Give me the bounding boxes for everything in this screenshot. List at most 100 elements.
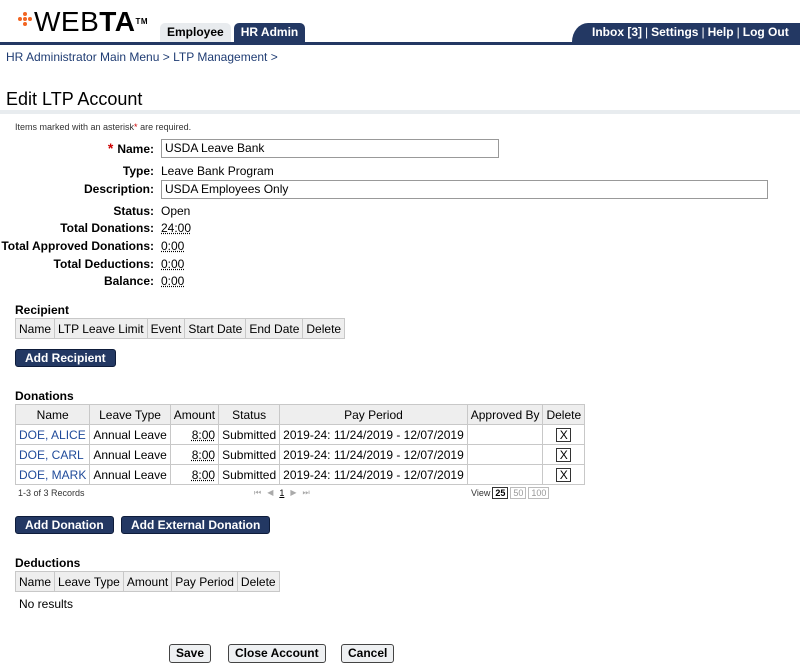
settings-link[interactable]: Settings [651, 25, 698, 39]
table-row: DOE, MARK Annual Leave 8:00 Submitted 20… [14, 464, 586, 485]
page-size-selector: View 25 50 100 [471, 487, 550, 499]
column-header[interactable]: Delete [302, 318, 346, 339]
approved-by-cell [466, 444, 544, 465]
cancel-button[interactable]: Cancel [341, 644, 395, 663]
amount-cell: 8:00 [191, 427, 216, 442]
name-row: * Name: [0, 138, 499, 158]
logo-dots-icon [18, 12, 32, 26]
first-page-icon[interactable]: ⏮ [254, 488, 261, 498]
leave-type-cell: Annual Leave [89, 444, 171, 465]
tab-hr-admin[interactable]: HR Admin [233, 23, 306, 42]
column-header[interactable]: Amount [169, 404, 220, 425]
column-header[interactable]: Amount [122, 571, 173, 592]
total-approved-donations-label: Total Approved Donations: [1, 239, 154, 253]
donations-section-title: Donations [15, 389, 74, 403]
column-header[interactable]: Name [14, 571, 56, 592]
balance-row: Balance: 0:00 [0, 272, 184, 290]
help-link[interactable]: Help [708, 25, 734, 39]
save-button[interactable]: Save [169, 644, 212, 663]
breadcrumb-ltp-management[interactable]: LTP Management [173, 50, 267, 64]
column-header[interactable]: Status [218, 404, 281, 425]
amount-cell: 8:00 [191, 467, 216, 482]
pay-period-cell: 2019-24: 11/24/2019 - 12/07/2019 [279, 444, 468, 465]
required-note-text: Items marked with an asterisk [15, 122, 135, 132]
breadcrumb: HR Administrator Main Menu > LTP Managem… [6, 50, 278, 64]
logo-text-ta: TA [99, 6, 136, 37]
prev-page-icon[interactable]: ◀ [267, 488, 273, 498]
name-input[interactable] [161, 138, 499, 158]
no-results-text: No results [19, 597, 74, 611]
column-header[interactable]: Leave Type [54, 571, 124, 592]
status-row: Status: Open [0, 202, 190, 220]
delete-donation-button[interactable]: X [556, 467, 572, 482]
column-header[interactable]: End Date [245, 318, 304, 339]
total-deductions-label: Total Deductions: [53, 257, 154, 271]
total-approved-donations-row: Total Approved Donations: 0:00 [0, 237, 184, 255]
logo-trademark: TM [135, 17, 149, 26]
pay-period-cell: 2019-24: 11/24/2019 - 12/07/2019 [279, 464, 468, 485]
column-header[interactable]: Delete [236, 571, 280, 592]
nav-separator: | [645, 25, 649, 39]
breadcrumb-separator: > [162, 50, 170, 64]
description-label: Description: [83, 182, 154, 196]
column-header[interactable]: Name [14, 318, 56, 339]
column-header[interactable]: Pay Period [279, 404, 468, 425]
page-size-50[interactable]: 50 [510, 487, 527, 499]
leave-type-cell: Annual Leave [89, 464, 171, 485]
inbox-link[interactable]: Inbox [3] [592, 25, 642, 39]
add-donation-button[interactable]: Add Donation [15, 516, 114, 534]
required-note-suffix: are required. [137, 122, 192, 132]
donor-name-link[interactable]: DOE, ALICE [14, 424, 91, 445]
donor-name-link[interactable]: DOE, CARL [14, 444, 91, 465]
column-header[interactable]: Event [146, 318, 186, 339]
column-header[interactable]: Leave Type [89, 404, 171, 425]
donations-header-row: Name Leave Type Amount Status Pay Period… [14, 404, 586, 425]
deductions-header-row: Name Leave Type Amount Pay Period Delete [14, 571, 280, 592]
close-account-button[interactable]: Close Account [228, 644, 326, 663]
view-label: View [471, 488, 491, 498]
page-number-link[interactable]: 1 [279, 488, 284, 498]
leave-type-cell: Annual Leave [89, 424, 171, 445]
type-row: Type: Leave Bank Program [0, 162, 274, 180]
approved-by-cell [466, 424, 544, 445]
column-header[interactable]: LTP Leave Limit [54, 318, 148, 339]
column-header[interactable]: Pay Period [171, 571, 238, 592]
deductions-table: Name Leave Type Amount Pay Period Delete [14, 571, 280, 592]
app-header: WEBTATM Employee HR Admin Inbox [3] | Sett… [0, 0, 800, 45]
type-value: Leave Bank Program [161, 164, 274, 178]
donations-table: Name Leave Type Amount Status Pay Period… [14, 404, 586, 485]
breadcrumb-hr-admin-main-menu[interactable]: HR Administrator Main Menu [6, 50, 159, 64]
page-size-100[interactable]: 100 [528, 487, 550, 499]
breadcrumb-separator: > [270, 50, 278, 64]
description-input[interactable] [161, 179, 768, 199]
page-size-25[interactable]: 25 [492, 487, 509, 499]
tab-employee[interactable]: Employee [160, 23, 231, 42]
table-row: DOE, ALICE Annual Leave 8:00 Submitted 2… [14, 424, 586, 445]
column-header[interactable]: Delete [542, 404, 586, 425]
column-header[interactable]: Name [14, 404, 91, 425]
status-cell: Submitted [218, 464, 281, 485]
logout-link[interactable]: Log Out [743, 25, 789, 39]
total-donations-label: Total Donations: [60, 221, 154, 235]
delete-donation-button[interactable]: X [556, 427, 572, 442]
webta-logo: WEBTATM [18, 8, 148, 36]
status-label: Status: [113, 204, 154, 218]
total-deductions-value: 0:00 [161, 257, 185, 271]
total-donations-value: 24:00 [161, 221, 192, 235]
status-value: Open [161, 204, 191, 218]
total-donations-row: Total Donations: 24:00 [0, 219, 191, 237]
add-recipient-button[interactable]: Add Recipient [15, 349, 116, 367]
description-row: Description: [0, 179, 768, 199]
last-page-icon[interactable]: ⏭ [303, 488, 310, 498]
delete-donation-button[interactable]: X [556, 447, 572, 462]
next-page-icon[interactable]: ▶ [290, 488, 296, 498]
approved-by-cell [466, 464, 544, 485]
required-asterisk: * [107, 140, 114, 156]
header-divider [0, 42, 800, 45]
pager: ⏮ ◀ 1 ▶ ⏭ [254, 488, 310, 498]
column-header[interactable]: Approved By [466, 404, 544, 425]
donor-name-link[interactable]: DOE, MARK [14, 464, 91, 485]
column-header[interactable]: Start Date [184, 318, 247, 339]
add-external-donation-button[interactable]: Add External Donation [121, 516, 271, 534]
recipient-header-row: Name LTP Leave Limit Event Start Date En… [14, 318, 346, 339]
